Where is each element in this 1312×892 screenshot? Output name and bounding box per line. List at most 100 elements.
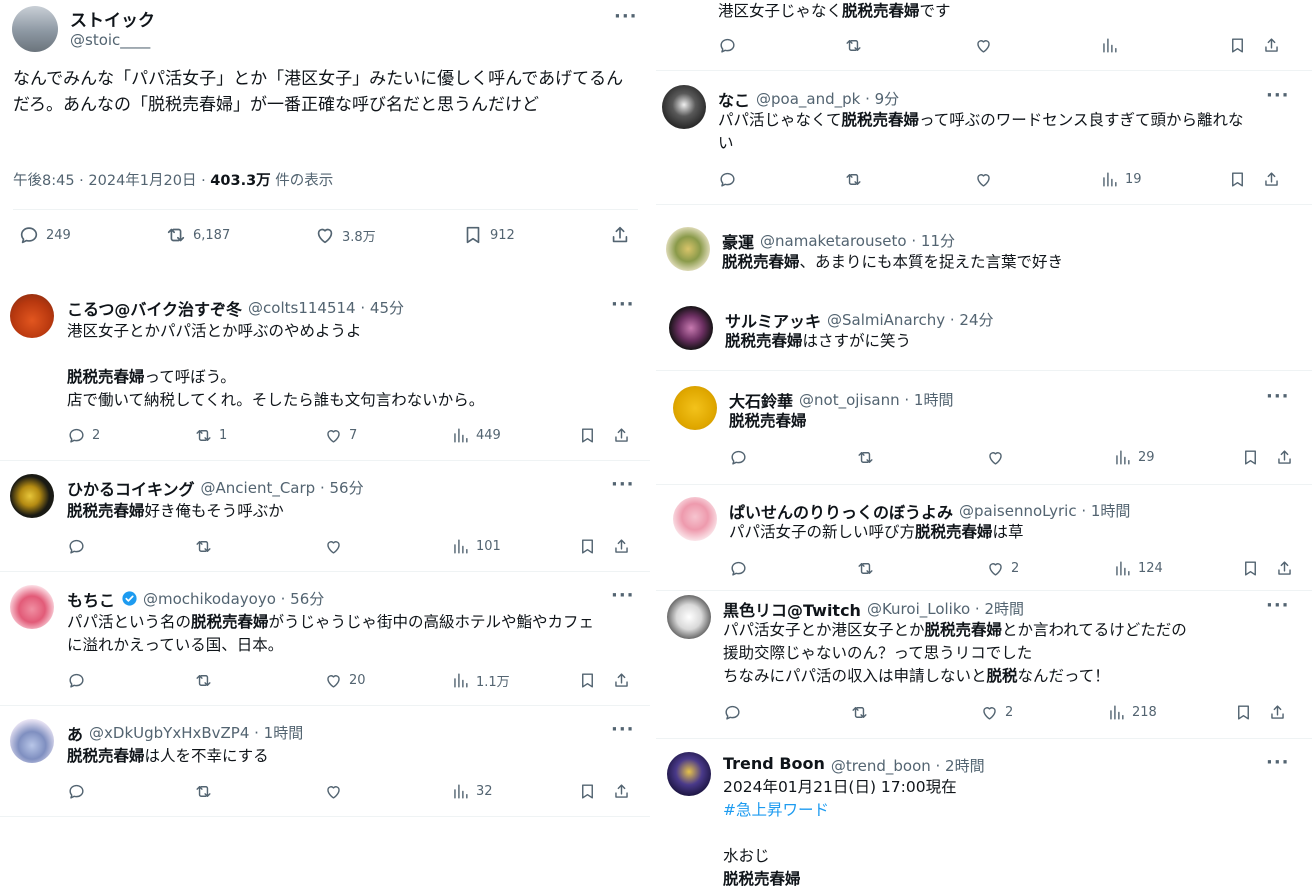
more-options-icon[interactable]: ··· [1266, 386, 1290, 407]
bookmark-button[interactable] [1228, 170, 1247, 189]
share-button[interactable] [612, 426, 631, 445]
author-handle[interactable]: @namaketarouseto · 11分 [760, 230, 955, 251]
author-name[interactable]: Trend Boon [723, 754, 825, 773]
bookmark-button[interactable] [1241, 448, 1260, 467]
author-handle[interactable]: @xDkUgbYxHxBvZP4 · 1時間 [89, 722, 303, 743]
more-options-icon[interactable]: ··· [1266, 595, 1290, 616]
like-button[interactable] [974, 36, 999, 55]
bookmark-button[interactable] [578, 537, 597, 556]
more-options-icon[interactable]: ··· [611, 294, 635, 315]
reply-button[interactable] [718, 36, 743, 55]
like-button[interactable]: 7 [324, 426, 357, 445]
like-button[interactable]: 3.8万 [314, 224, 376, 246]
author-handle[interactable]: @colts114514 · 45分 [248, 297, 404, 318]
views-button[interactable]: 449 [451, 426, 501, 445]
bookmark-button[interactable] [578, 426, 597, 445]
reply-button[interactable]: 2 [67, 426, 100, 445]
author-handle[interactable]: @SalmiAnarchy · 24分 [827, 309, 993, 330]
views-button[interactable]: 19 [1100, 170, 1142, 189]
reply-button[interactable] [67, 537, 92, 556]
views-button[interactable]: 218 [1107, 703, 1157, 722]
author-name[interactable]: もちこ [67, 587, 115, 611]
retweet-button[interactable] [194, 537, 219, 556]
views-button[interactable]: 29 [1113, 448, 1155, 467]
more-options-icon[interactable]: ··· [614, 6, 638, 27]
avatar[interactable] [673, 386, 717, 430]
reply-button[interactable] [718, 170, 743, 189]
avatar[interactable] [10, 474, 54, 518]
reply-button[interactable] [67, 782, 92, 801]
retweet-button[interactable] [194, 782, 219, 801]
author-name[interactable]: 豪運 [722, 229, 754, 253]
author-name[interactable]: ひかるコイキング [67, 476, 195, 500]
like-button[interactable] [974, 170, 999, 189]
views-button[interactable]: 1.1万 [451, 671, 510, 690]
share-button[interactable] [1262, 36, 1281, 55]
bookmark-button[interactable] [1234, 703, 1253, 722]
avatar[interactable] [667, 752, 711, 796]
like-button[interactable] [986, 448, 1011, 467]
views-button[interactable]: 124 [1113, 559, 1163, 578]
author-handle[interactable]: @not_ojisann · 1時間 [799, 389, 953, 410]
avatar[interactable] [10, 585, 54, 629]
avatar[interactable] [669, 306, 713, 350]
share-button[interactable] [1268, 703, 1287, 722]
main-tweet-views[interactable]: 403.3万 [210, 173, 270, 189]
author-handle[interactable]: @mochikodayoyo · 56分 [143, 588, 324, 609]
avatar[interactable] [667, 595, 711, 639]
retweet-button[interactable] [844, 36, 869, 55]
share-button[interactable] [609, 224, 631, 246]
author-handle[interactable]: @Kuroi_Loliko · 2時間 [867, 598, 1024, 619]
more-options-icon[interactable]: ··· [611, 585, 635, 606]
bookmark-button[interactable] [1228, 36, 1247, 55]
author-name[interactable]: なこ [718, 87, 750, 111]
bookmark-button[interactable]: 912 [462, 224, 515, 246]
main-tweet-time[interactable]: 午後8:45 · 2024年1月20日 · [13, 173, 210, 189]
main-tweet-handle[interactable]: @stoic____ [70, 31, 150, 49]
author-handle[interactable]: @Ancient_Carp · 56分 [201, 477, 364, 498]
share-button[interactable] [612, 671, 631, 690]
more-options-icon[interactable]: ··· [1266, 85, 1290, 106]
views-button[interactable] [1100, 36, 1125, 55]
share-button[interactable] [1275, 559, 1294, 578]
reply-button[interactable]: 249 [18, 224, 71, 246]
retweet-button[interactable]: 6,187 [165, 224, 230, 246]
more-options-icon[interactable]: ··· [611, 474, 635, 495]
views-button[interactable]: 101 [451, 537, 501, 556]
author-name[interactable]: サルミアッキ [725, 308, 821, 332]
avatar[interactable] [666, 227, 710, 271]
reply-button[interactable] [67, 671, 92, 690]
reply-button[interactable] [729, 448, 754, 467]
more-options-icon[interactable]: ··· [1266, 752, 1290, 773]
author-name[interactable]: ぱいせんのりりっくのぼうよみ [729, 499, 953, 523]
bookmark-button[interactable] [1241, 559, 1260, 578]
retweet-button[interactable] [856, 559, 881, 578]
like-button[interactable] [324, 782, 349, 801]
author-name[interactable]: 黒色リコ@Twitch [723, 597, 861, 621]
hashtag-link[interactable]: #急上昇ワード [723, 801, 829, 819]
retweet-button[interactable] [856, 448, 881, 467]
author-name[interactable]: 大石鈴華 [729, 388, 793, 412]
avatar[interactable] [10, 294, 54, 338]
author-name[interactable]: こるつ@バイク治すぞ冬 [67, 296, 242, 320]
main-tweet-author-name[interactable]: ストイック [70, 6, 155, 31]
share-button[interactable] [612, 782, 631, 801]
share-button[interactable] [1262, 170, 1281, 189]
retweet-button[interactable] [850, 703, 875, 722]
avatar[interactable] [10, 719, 54, 763]
bookmark-button[interactable] [578, 782, 597, 801]
author-handle[interactable]: @paisennoLyric · 1時間 [959, 500, 1130, 521]
like-button[interactable] [324, 537, 349, 556]
views-button[interactable]: 32 [451, 782, 493, 801]
author-name[interactable]: あ [67, 721, 83, 745]
reply-button[interactable] [723, 703, 748, 722]
avatar[interactable] [673, 497, 717, 541]
bookmark-button[interactable] [578, 671, 597, 690]
share-button[interactable] [1275, 448, 1294, 467]
avatar[interactable] [12, 6, 58, 52]
reply-button[interactable] [729, 559, 754, 578]
more-options-icon[interactable]: ··· [611, 719, 635, 740]
author-handle[interactable]: @poa_and_pk · 9分 [756, 88, 899, 109]
like-button[interactable]: 20 [324, 671, 366, 690]
retweet-button[interactable]: 1 [194, 426, 227, 445]
